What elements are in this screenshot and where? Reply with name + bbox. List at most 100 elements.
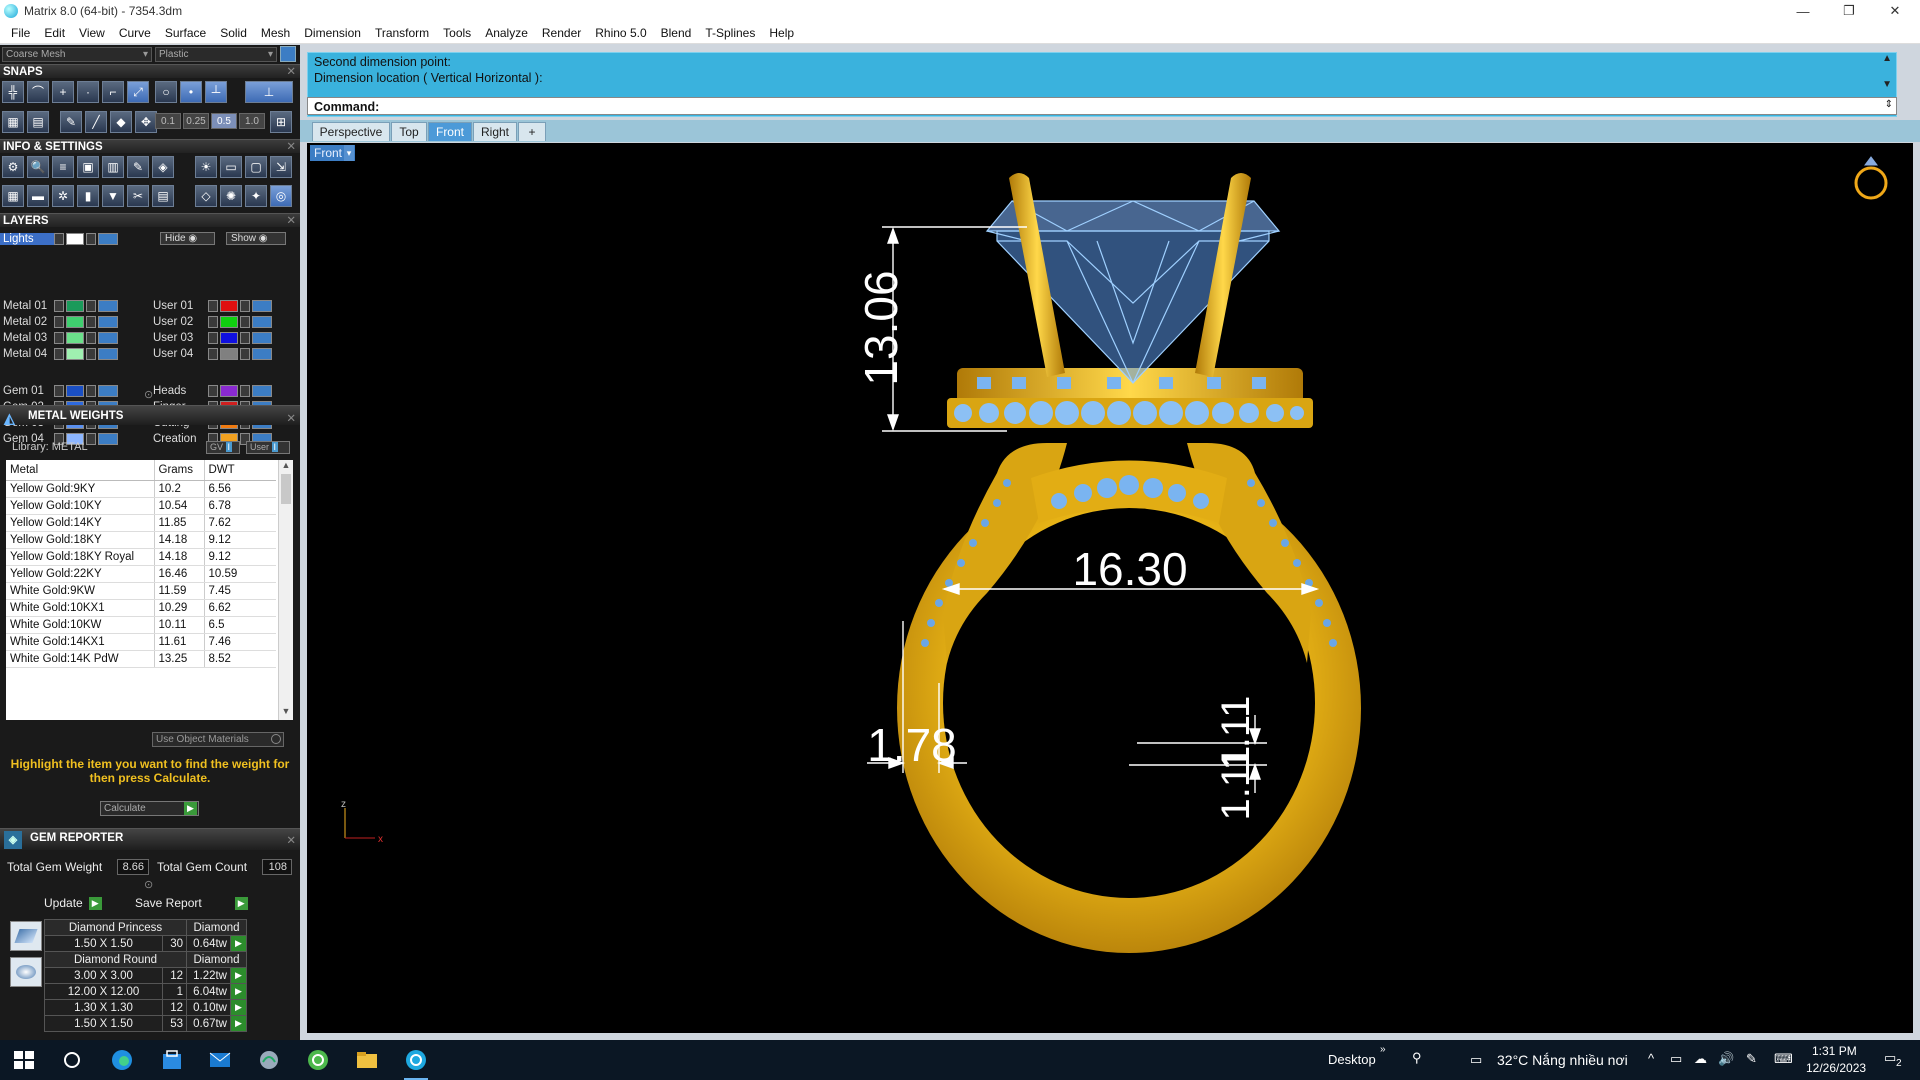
- gem-select-icon[interactable]: ▶: [230, 983, 247, 1000]
- calculate-button[interactable]: Calculate ▶: [100, 801, 199, 816]
- layer-expand-icon[interactable]: [54, 331, 64, 344]
- tray-up-icon[interactable]: ^: [1648, 1051, 1654, 1066]
- lock-icon[interactable]: [86, 299, 96, 312]
- render-icon[interactable]: ☀: [195, 156, 217, 178]
- layer-row[interactable]: Metal 03: [0, 330, 118, 345]
- layer-row[interactable]: Metal 04: [0, 346, 118, 361]
- snap-mid-icon[interactable]: •: [180, 81, 202, 103]
- edit-icon[interactable]: ✎: [127, 156, 149, 178]
- table-row[interactable]: White Gold:9KW 11.59 7.45: [6, 582, 276, 600]
- maximize-button[interactable]: ❐: [1826, 0, 1872, 22]
- layer-color-swatch[interactable]: [66, 299, 84, 312]
- snap-grid-icon[interactable]: ╬: [2, 81, 24, 103]
- layer-expand-icon[interactable]: [208, 331, 218, 344]
- command-input[interactable]: Command: ⇕: [307, 97, 1897, 115]
- gem-row[interactable]: 1.50 X 1.50 30 0.64tw ▶: [44, 935, 247, 952]
- layer-row[interactable]: Heads: [150, 383, 272, 398]
- layer-row[interactable]: User 03: [150, 330, 272, 345]
- settings-icon[interactable]: ⚙: [2, 156, 24, 178]
- menu-solid[interactable]: Solid: [213, 22, 254, 44]
- table-row[interactable]: Yellow Gold:18KY 14.18 9.12: [6, 531, 276, 549]
- gv-toggle[interactable]: GV I: [206, 441, 240, 454]
- table-row[interactable]: White Gold:14K PdW 13.25 8.52: [6, 650, 276, 668]
- tab-perspective[interactable]: Perspective: [312, 122, 390, 141]
- minimize-button[interactable]: —: [1780, 0, 1826, 22]
- table-row[interactable]: Yellow Gold:22KY 16.46 10.59: [6, 565, 276, 583]
- lock-icon[interactable]: [240, 347, 250, 360]
- gem-select-icon[interactable]: ▶: [230, 1015, 247, 1032]
- layer-visibility-toggle[interactable]: [98, 384, 118, 397]
- box-icon[interactable]: ▣: [77, 156, 99, 178]
- search-icon[interactable]: [60, 1048, 84, 1072]
- layer-row[interactable]: Metal 02: [0, 314, 118, 329]
- layer-color-swatch[interactable]: [220, 331, 238, 344]
- tab-right[interactable]: Right: [473, 122, 517, 141]
- menu-curve[interactable]: Curve: [112, 22, 158, 44]
- gear-alt-icon[interactable]: ✲: [52, 185, 74, 207]
- layer-lights[interactable]: Lights: [0, 231, 118, 246]
- plane-icon[interactable]: ▤: [27, 111, 49, 133]
- export-icon[interactable]: ⇲: [270, 156, 292, 178]
- spiral-app-icon[interactable]: [306, 1048, 330, 1072]
- file-explorer-icon[interactable]: [355, 1048, 379, 1072]
- table-row[interactable]: White Gold:14KX1 11.61 7.46: [6, 633, 276, 651]
- layer-color-swatch[interactable]: [220, 315, 238, 328]
- collapse-icon[interactable]: ⊙: [144, 878, 153, 891]
- tab-front[interactable]: Front: [428, 122, 472, 141]
- layout-icon[interactable]: ▭: [220, 156, 242, 178]
- layer-expand-icon[interactable]: [54, 384, 64, 397]
- edge-browser-icon[interactable]: [110, 1048, 134, 1072]
- layer-row[interactable]: User 04: [150, 346, 272, 361]
- pen-tray-icon[interactable]: ✎: [1746, 1051, 1757, 1067]
- layer-visibility-toggle[interactable]: [98, 347, 118, 360]
- snap-value-0.25[interactable]: 0.25: [183, 113, 209, 129]
- gem-report-table[interactable]: Diamond Princess Diamond 1.50 X 1.50 30 0.64…: [44, 919, 247, 1032]
- layer-expand-icon[interactable]: [208, 299, 218, 312]
- snap-ortho-icon[interactable]: ⊥: [245, 81, 293, 103]
- windows-icon[interactable]: ▦: [2, 185, 24, 207]
- gem-select-icon[interactable]: ▶: [230, 999, 247, 1016]
- mesh-quality-dropdown[interactable]: Coarse Mesh: [2, 47, 152, 62]
- snap-cross-icon[interactable]: +: [52, 81, 74, 103]
- zoom-icon[interactable]: 🔍: [27, 156, 49, 178]
- snap-value-0.5[interactable]: 0.5: [211, 113, 237, 129]
- user-toggle[interactable]: User I: [246, 441, 290, 454]
- scroll-down-icon[interactable]: ▼: [1882, 79, 1892, 90]
- update-button[interactable]: Update ▶: [44, 895, 102, 911]
- gem-select-icon[interactable]: ▶: [230, 967, 247, 984]
- keyboard-icon[interactable]: ⌨: [1774, 1051, 1793, 1067]
- lock-icon[interactable]: [86, 331, 96, 344]
- network-icon[interactable]: ▭: [1670, 1051, 1682, 1067]
- table-row[interactable]: White Gold:10KX1 10.29 6.62: [6, 599, 276, 617]
- capture-icon[interactable]: ▢: [245, 156, 267, 178]
- snap-value-1.0[interactable]: 1.0: [239, 113, 265, 129]
- hide-button[interactable]: Hide ◉: [160, 232, 215, 245]
- snap-center-icon[interactable]: ○: [155, 81, 177, 103]
- lock-icon[interactable]: [86, 315, 96, 328]
- gem-icon[interactable]: ◇: [195, 185, 217, 207]
- clock-time[interactable]: 1:31 PM: [1812, 1044, 1857, 1058]
- metal-weights-table[interactable]: Metal Grams DWT Yellow Gold:9KY 10.2 6.56 Y…: [6, 460, 293, 720]
- layer-row[interactable]: Metal 01: [0, 298, 118, 313]
- layer-color-swatch[interactable]: [66, 315, 84, 328]
- layer-expand-icon[interactable]: [54, 299, 64, 312]
- menu-tsplines[interactable]: T-Splines: [698, 22, 762, 44]
- layer-color-swatch[interactable]: [220, 384, 238, 397]
- scroll-up-icon[interactable]: ▲: [1882, 53, 1892, 64]
- lock-icon[interactable]: [240, 384, 250, 397]
- layer-color-swatch[interactable]: [220, 347, 238, 360]
- layer-row[interactable]: User 02: [150, 314, 272, 329]
- layer-visibility-toggle[interactable]: [98, 331, 118, 344]
- layer-color-swatch[interactable]: [66, 347, 84, 360]
- weather-icon[interactable]: ▭: [1470, 1052, 1482, 1068]
- table-row[interactable]: White Gold:10KW 10.11 6.5: [6, 616, 276, 634]
- particles-icon[interactable]: ✺: [220, 185, 242, 207]
- front-viewport[interactable]: Front ▾ 13.06 16.30 1.78 1.11 1.11 z x: [307, 143, 1913, 1033]
- cube-icon[interactable]: ◈: [152, 156, 174, 178]
- layer-expand-icon[interactable]: [208, 315, 218, 328]
- people-icon[interactable]: ⚲: [1412, 1050, 1422, 1066]
- layer-expand-icon[interactable]: [208, 384, 218, 397]
- matrix-taskbar-icon[interactable]: [404, 1048, 428, 1080]
- grid-settings-icon[interactable]: ⊞: [270, 111, 292, 133]
- tab-top[interactable]: Top: [391, 122, 427, 141]
